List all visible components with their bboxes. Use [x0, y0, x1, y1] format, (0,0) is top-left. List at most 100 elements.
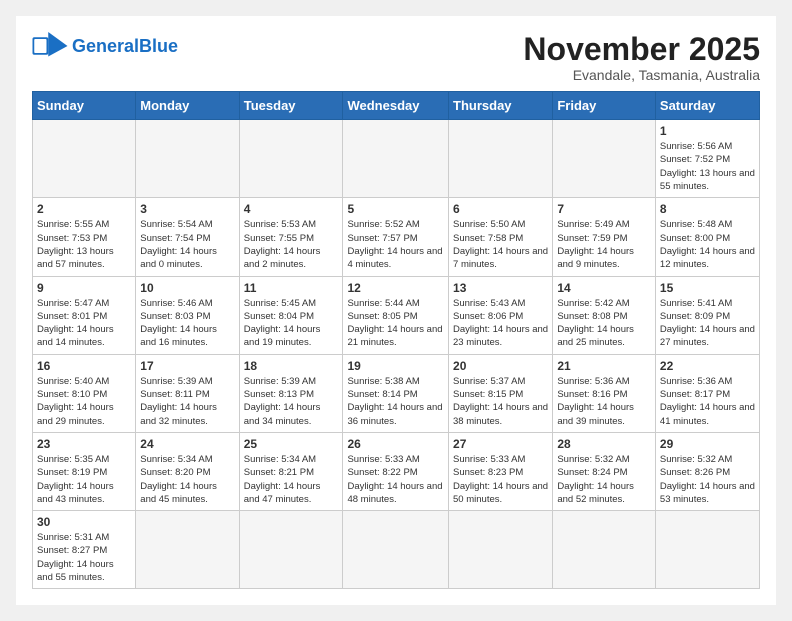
calendar-cell: 14 Sunrise: 5:42 AM Sunset: 8:08 PM Dayli… — [553, 276, 656, 354]
calendar-cell: 4 Sunrise: 5:53 AM Sunset: 7:55 PM Daylig… — [239, 198, 343, 276]
calendar-cell: 26 Sunrise: 5:33 AM Sunset: 8:22 PM Dayli… — [343, 432, 449, 510]
day-info: Sunrise: 5:37 AM Sunset: 8:15 PM Dayligh… — [453, 375, 548, 428]
day-number: 30 — [37, 515, 131, 529]
calendar-cell: 1 Sunrise: 5:56 AM Sunset: 7:52 PM Daylig… — [655, 120, 759, 198]
day-number: 21 — [557, 359, 651, 373]
day-info: Sunrise: 5:33 AM Sunset: 8:22 PM Dayligh… — [347, 453, 444, 506]
calendar-week-1: 1 Sunrise: 5:56 AM Sunset: 7:52 PM Daylig… — [33, 120, 760, 198]
calendar-cell — [655, 511, 759, 589]
calendar-cell: 8 Sunrise: 5:48 AM Sunset: 8:00 PM Daylig… — [655, 198, 759, 276]
calendar-week-6: 30 Sunrise: 5:31 AM Sunset: 8:27 PM Dayli… — [33, 511, 760, 589]
day-number: 8 — [660, 202, 755, 216]
day-info: Sunrise: 5:32 AM Sunset: 8:26 PM Dayligh… — [660, 453, 755, 506]
calendar-cell: 18Sunrise: 5:39 AM Sunset: 8:13 PM Dayli… — [239, 354, 343, 432]
col-monday: Monday — [136, 92, 239, 120]
calendar-cell: 9 Sunrise: 5:47 AM Sunset: 8:01 PM Daylig… — [33, 276, 136, 354]
col-saturday: Saturday — [655, 92, 759, 120]
day-info: Sunrise: 5:55 AM Sunset: 7:53 PM Dayligh… — [37, 218, 131, 271]
day-number: 13 — [453, 281, 548, 295]
day-info: Sunrise: 5:36 AM Sunset: 8:17 PM Dayligh… — [660, 375, 755, 428]
day-number: 3 — [140, 202, 234, 216]
day-info: Sunrise: 5:45 AM Sunset: 8:04 PM Dayligh… — [244, 297, 339, 350]
calendar-cell: 25 Sunrise: 5:34 AM Sunset: 8:21 PM Dayli… — [239, 432, 343, 510]
day-number: 14 — [557, 281, 651, 295]
calendar-cell: 20 Sunrise: 5:37 AM Sunset: 8:15 PM Dayli… — [449, 354, 553, 432]
calendar-cell — [553, 120, 656, 198]
day-info: Sunrise: 5:47 AM Sunset: 8:01 PM Dayligh… — [37, 297, 131, 350]
day-number: 10 — [140, 281, 234, 295]
day-number: 1 — [660, 124, 755, 138]
calendar-week-5: 23 Sunrise: 5:35 AM Sunset: 8:19 PM Dayli… — [33, 432, 760, 510]
calendar-cell — [449, 120, 553, 198]
header: GeneralBlue November 2025 Evandale, Tasm… — [32, 32, 760, 83]
day-info: Sunrise: 5:34 AM Sunset: 8:20 PM Dayligh… — [140, 453, 234, 506]
calendar-week-3: 9 Sunrise: 5:47 AM Sunset: 8:01 PM Daylig… — [33, 276, 760, 354]
day-number: 7 — [557, 202, 651, 216]
month-title: November 2025 — [523, 32, 760, 67]
calendar-cell: 7 Sunrise: 5:49 AM Sunset: 7:59 PM Daylig… — [553, 198, 656, 276]
calendar-cell — [239, 511, 343, 589]
day-info: Sunrise: 5:31 AM Sunset: 8:27 PM Dayligh… — [37, 531, 131, 584]
calendar-cell — [553, 511, 656, 589]
day-info: Sunrise: 5:34 AM Sunset: 8:21 PM Dayligh… — [244, 453, 339, 506]
title-area: November 2025 Evandale, Tasmania, Austra… — [523, 32, 760, 83]
calendar-cell: 24 Sunrise: 5:34 AM Sunset: 8:20 PM Dayli… — [136, 432, 239, 510]
calendar-cell: 2 Sunrise: 5:55 AM Sunset: 7:53 PM Daylig… — [33, 198, 136, 276]
day-number: 24 — [140, 437, 234, 451]
day-info: Sunrise: 5:53 AM Sunset: 7:55 PM Dayligh… — [244, 218, 339, 271]
day-info: Sunrise: 5:32 AM Sunset: 8:24 PM Dayligh… — [557, 453, 651, 506]
day-number: 26 — [347, 437, 444, 451]
calendar-cell: 23 Sunrise: 5:35 AM Sunset: 8:19 PM Dayli… — [33, 432, 136, 510]
day-info: Sunrise: 5:46 AM Sunset: 8:03 PM Dayligh… — [140, 297, 234, 350]
day-info: Sunrise: 5:50 AM Sunset: 7:58 PM Dayligh… — [453, 218, 548, 271]
logo: GeneralBlue — [32, 32, 178, 60]
day-info: Sunrise: 5:42 AM Sunset: 8:08 PM Dayligh… — [557, 297, 651, 350]
calendar-cell: 10 Sunrise: 5:46 AM Sunset: 8:03 PM Dayli… — [136, 276, 239, 354]
day-number: 17 — [140, 359, 234, 373]
calendar-cell — [343, 120, 449, 198]
day-info: Sunrise: 5:54 AM Sunset: 7:54 PM Dayligh… — [140, 218, 234, 271]
day-info: Sunrise: 5:35 AM Sunset: 8:19 PM Dayligh… — [37, 453, 131, 506]
day-number: 4 — [244, 202, 339, 216]
day-number: 20 — [453, 359, 548, 373]
day-number: 2 — [37, 202, 131, 216]
day-info: Sunrise: 5:52 AM Sunset: 7:57 PM Dayligh… — [347, 218, 444, 271]
calendar-cell: 11Sunrise: 5:45 AM Sunset: 8:04 PM Dayli… — [239, 276, 343, 354]
logo-icon — [32, 32, 68, 60]
day-info: Sunrise: 5:36 AM Sunset: 8:16 PM Dayligh… — [557, 375, 651, 428]
day-info: Sunrise: 5:49 AM Sunset: 7:59 PM Dayligh… — [557, 218, 651, 271]
day-info: Sunrise: 5:56 AM Sunset: 7:52 PM Dayligh… — [660, 140, 755, 193]
calendar-cell: 13 Sunrise: 5:43 AM Sunset: 8:06 PM Dayli… — [449, 276, 553, 354]
calendar-cell: 28 Sunrise: 5:32 AM Sunset: 8:24 PM Dayli… — [553, 432, 656, 510]
calendar-cell: 5 Sunrise: 5:52 AM Sunset: 7:57 PM Daylig… — [343, 198, 449, 276]
col-thursday: Thursday — [449, 92, 553, 120]
day-info: Sunrise: 5:39 AM Sunset: 8:11 PM Dayligh… — [140, 375, 234, 428]
day-info: Sunrise: 5:40 AM Sunset: 8:10 PM Dayligh… — [37, 375, 131, 428]
day-number: 12 — [347, 281, 444, 295]
day-info: Sunrise: 5:43 AM Sunset: 8:06 PM Dayligh… — [453, 297, 548, 350]
col-tuesday: Tuesday — [239, 92, 343, 120]
calendar-week-2: 2 Sunrise: 5:55 AM Sunset: 7:53 PM Daylig… — [33, 198, 760, 276]
day-number: 5 — [347, 202, 444, 216]
calendar-cell: 22Sunrise: 5:36 AM Sunset: 8:17 PM Dayli… — [655, 354, 759, 432]
day-info: Sunrise: 5:41 AM Sunset: 8:09 PM Dayligh… — [660, 297, 755, 350]
day-number: 6 — [453, 202, 548, 216]
day-number: 18 — [244, 359, 339, 373]
day-number: 23 — [37, 437, 131, 451]
calendar-cell: 17 Sunrise: 5:39 AM Sunset: 8:11 PM Dayli… — [136, 354, 239, 432]
calendar-cell — [136, 120, 239, 198]
day-number: 29 — [660, 437, 755, 451]
col-sunday: Sunday — [33, 92, 136, 120]
day-info: Sunrise: 5:38 AM Sunset: 8:14 PM Dayligh… — [347, 375, 444, 428]
day-info: Sunrise: 5:48 AM Sunset: 8:00 PM Dayligh… — [660, 218, 755, 271]
day-number: 28 — [557, 437, 651, 451]
day-number: 9 — [37, 281, 131, 295]
calendar-cell — [239, 120, 343, 198]
calendar-cell — [449, 511, 553, 589]
calendar-cell: 15Sunrise: 5:41 AM Sunset: 8:09 PM Dayli… — [655, 276, 759, 354]
calendar-cell: 19Sunrise: 5:38 AM Sunset: 8:14 PM Dayli… — [343, 354, 449, 432]
day-number: 25 — [244, 437, 339, 451]
calendar-cell: 3 Sunrise: 5:54 AM Sunset: 7:54 PM Daylig… — [136, 198, 239, 276]
location-subtitle: Evandale, Tasmania, Australia — [523, 67, 760, 83]
calendar-cell: 6 Sunrise: 5:50 AM Sunset: 7:58 PM Daylig… — [449, 198, 553, 276]
